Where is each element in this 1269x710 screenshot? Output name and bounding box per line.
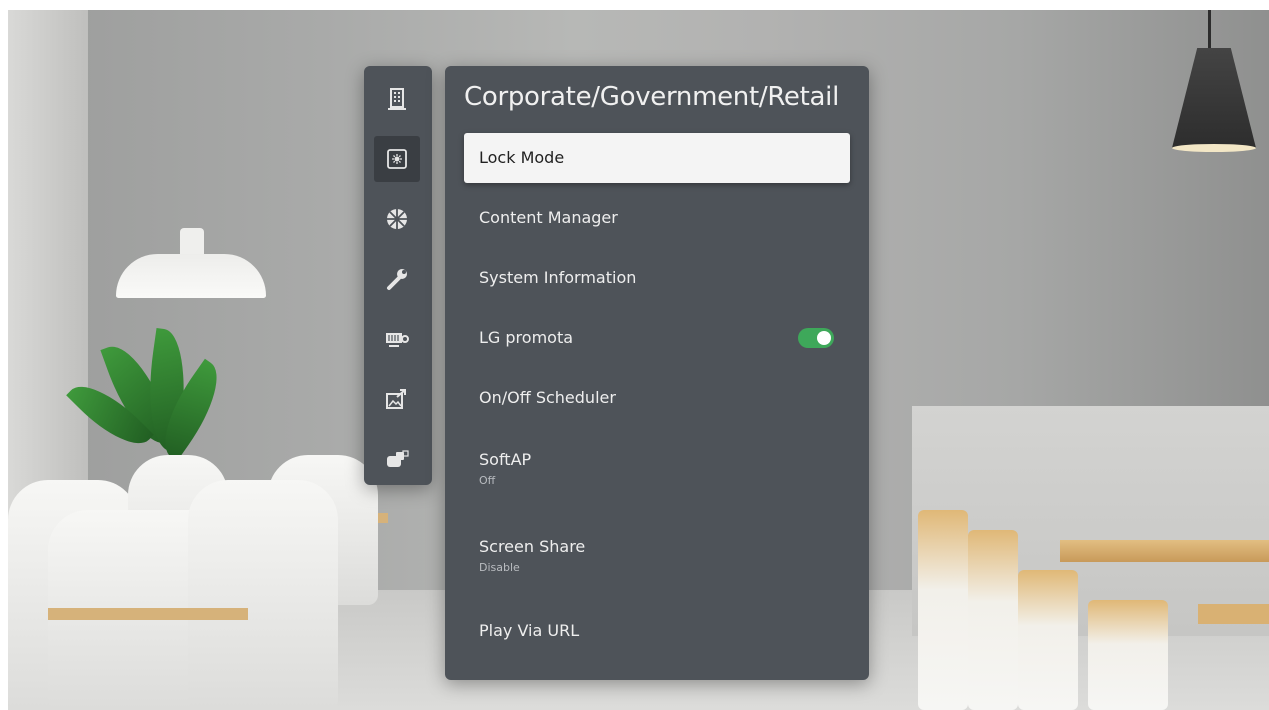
- share-image-icon[interactable]: [374, 376, 420, 422]
- wood-chair: [918, 510, 968, 710]
- category-sidebar: [364, 66, 432, 485]
- menu-item-lock-mode[interactable]: Lock Mode: [464, 133, 850, 183]
- camera-device-icon[interactable]: [374, 436, 420, 482]
- menu-item-content-manager[interactable]: Content Manager: [464, 193, 850, 243]
- wood-chair: [1018, 570, 1078, 710]
- menu-item-play-via-url[interactable]: Play Via URL: [464, 606, 850, 656]
- menu-item-label: LG promota: [479, 328, 574, 347]
- building-icon[interactable]: [374, 76, 420, 122]
- menu-item-label: Screen Share: [479, 537, 586, 556]
- menu-item-label: System Information: [479, 268, 637, 287]
- menu-item-softap[interactable]: SoftAP Off: [464, 440, 850, 490]
- menu-item-on-off-scheduler[interactable]: On/Off Scheduler: [464, 373, 850, 423]
- menu-item-value: Disable: [479, 561, 520, 574]
- menu-item-lg-promota[interactable]: LG promota: [464, 313, 850, 363]
- toggle-knob: [817, 331, 831, 345]
- network-globe-icon[interactable]: [374, 196, 420, 242]
- pendant-lamp-right-glow: [1172, 144, 1256, 152]
- panel-title: Corporate/Government/Retail: [464, 82, 840, 112]
- menu-item-label: Play Via URL: [479, 621, 580, 640]
- pendant-lamp-right-cord: [1208, 10, 1211, 50]
- menu-item-label: Content Manager: [479, 208, 618, 227]
- table-left: [48, 608, 248, 620]
- wood-chair: [1088, 600, 1168, 710]
- pendant-lamp-right: [1172, 48, 1256, 148]
- table-right-2: [1198, 604, 1269, 624]
- menu-item-system-information[interactable]: System Information: [464, 253, 850, 303]
- wood-chair: [968, 530, 1018, 710]
- white-chair: [188, 480, 338, 710]
- table-right: [1060, 540, 1269, 562]
- menu-item-value: Off: [479, 474, 496, 487]
- settings-panel: Corporate/Government/Retail Lock Mode Co…: [445, 66, 869, 680]
- pendant-lamp-left-top: [180, 228, 204, 256]
- plant: [66, 327, 238, 470]
- settings-chip-icon[interactable]: [374, 136, 420, 182]
- display-settings-icon[interactable]: [374, 316, 420, 362]
- wrench-icon[interactable]: [374, 256, 420, 302]
- pendant-lamp-left: [116, 254, 266, 298]
- lg-promota-toggle[interactable]: [798, 328, 834, 348]
- menu-item-label: SoftAP: [479, 450, 532, 469]
- menu-item-label: Lock Mode: [479, 148, 565, 167]
- menu-item-label: On/Off Scheduler: [479, 388, 616, 407]
- menu-item-screen-share[interactable]: Screen Share Disable: [464, 527, 850, 577]
